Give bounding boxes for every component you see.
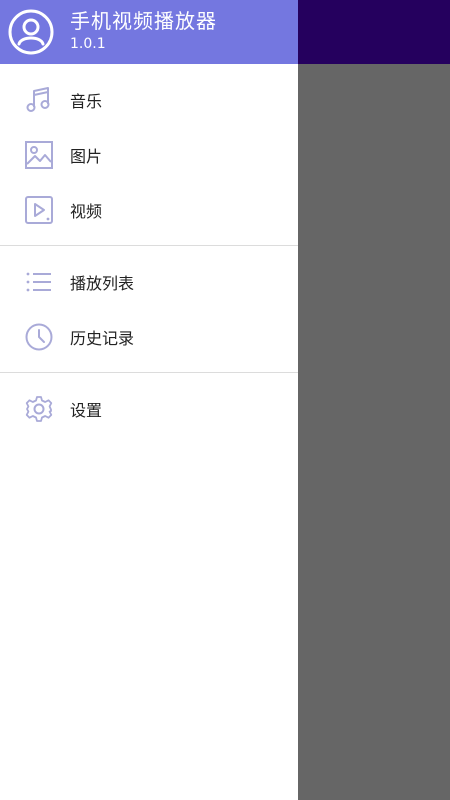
- menu-group-media: 音乐 图片 视频: [0, 64, 298, 245]
- menu-item-label: 视频: [70, 201, 103, 221]
- menu-item-history[interactable]: 历史记录: [0, 309, 298, 364]
- screen: 手机视频播放器 1.0.1 音乐 图片 视频 播放列表 历史记录 设置: [0, 0, 450, 800]
- menu-item-label: 图片: [70, 146, 103, 166]
- status-bar-strip: [298, 0, 450, 64]
- menu-item-settings[interactable]: 设置: [0, 381, 298, 436]
- music-note-icon: [24, 85, 54, 115]
- navigation-drawer: 手机视频播放器 1.0.1 音乐 图片 视频 播放列表 历史记录 设置: [0, 0, 298, 800]
- app-version: 1.0.1: [70, 36, 106, 52]
- menu-item-video[interactable]: 视频: [0, 182, 298, 237]
- app-title: 手机视频播放器: [70, 9, 217, 33]
- drawer-header: 手机视频播放器 1.0.1: [0, 0, 298, 64]
- menu-item-label: 设置: [70, 400, 103, 420]
- menu-group-settings: 设置: [0, 373, 298, 444]
- video-play-icon: [24, 195, 54, 225]
- menu-item-playlist[interactable]: 播放列表: [0, 254, 298, 309]
- menu-item-label: 历史记录: [70, 328, 135, 348]
- avatar-icon[interactable]: [8, 9, 54, 55]
- menu-item-music[interactable]: 音乐: [0, 72, 298, 127]
- menu-item-label: 播放列表: [70, 273, 135, 293]
- menu-item-label: 音乐: [70, 91, 103, 111]
- menu-item-pictures[interactable]: 图片: [0, 127, 298, 182]
- clock-icon: [24, 322, 54, 352]
- image-icon: [24, 140, 54, 170]
- header-text: 手机视频播放器 1.0.1: [70, 9, 217, 53]
- list-icon: [24, 267, 54, 297]
- menu-group-library: 播放列表 历史记录: [0, 246, 298, 372]
- gear-icon: [24, 394, 54, 424]
